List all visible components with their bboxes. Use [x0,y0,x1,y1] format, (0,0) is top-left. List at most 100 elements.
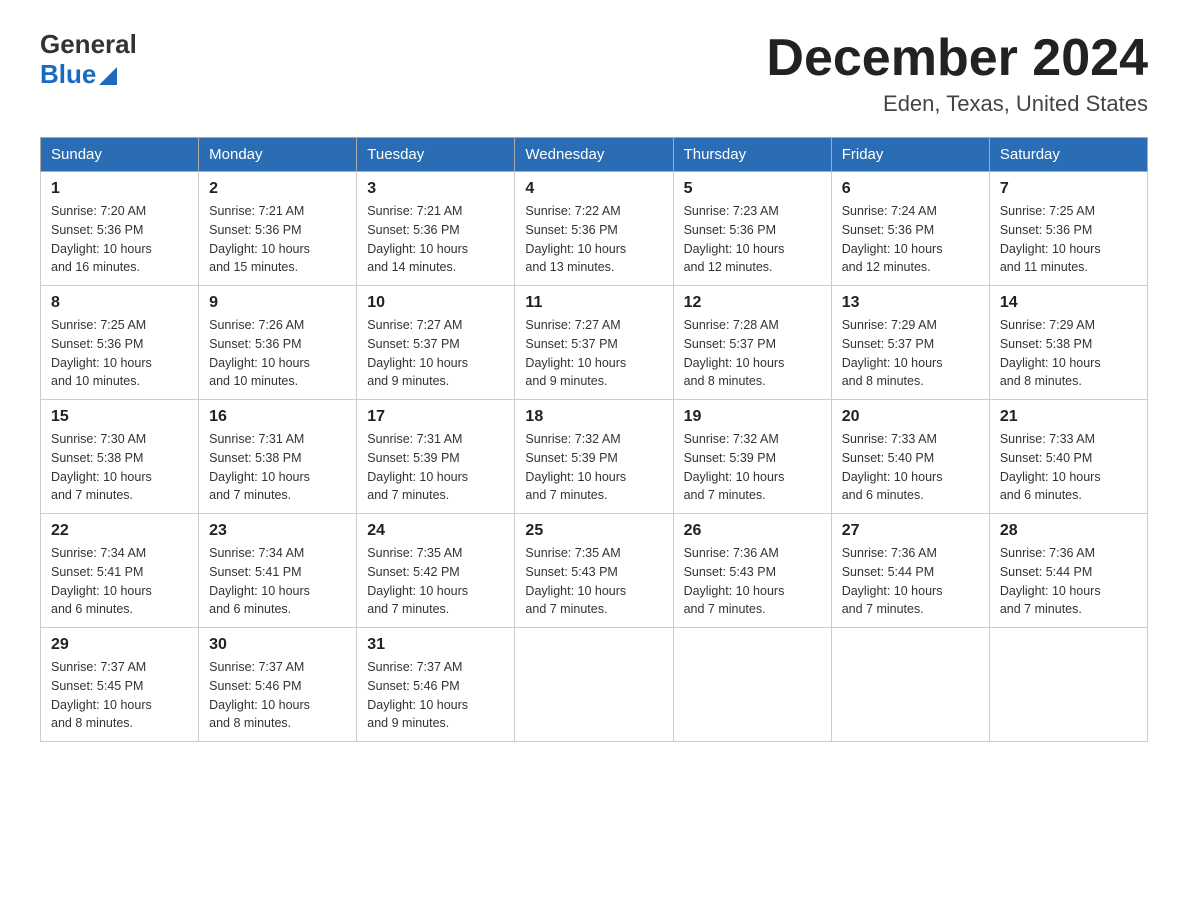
day-info: Sunrise: 7:21 AM Sunset: 5:36 PM Dayligh… [367,202,504,277]
day-info: Sunrise: 7:24 AM Sunset: 5:36 PM Dayligh… [842,202,979,277]
day-number: 15 [51,408,188,426]
day-number: 9 [209,294,346,312]
day-info: Sunrise: 7:32 AM Sunset: 5:39 PM Dayligh… [684,430,821,505]
calendar-cell: 13 Sunrise: 7:29 AM Sunset: 5:37 PM Dayl… [831,286,989,400]
day-number: 18 [525,408,662,426]
day-number: 4 [525,180,662,198]
weekday-header-friday: Friday [831,138,989,172]
day-number: 2 [209,180,346,198]
day-number: 23 [209,522,346,540]
calendar-week-row: 22 Sunrise: 7:34 AM Sunset: 5:41 PM Dayl… [41,514,1148,628]
calendar-cell: 10 Sunrise: 7:27 AM Sunset: 5:37 PM Dayl… [357,286,515,400]
calendar-cell: 24 Sunrise: 7:35 AM Sunset: 5:42 PM Dayl… [357,514,515,628]
day-number: 29 [51,636,188,654]
title-section: December 2024 Eden, Texas, United States [766,30,1148,117]
day-info: Sunrise: 7:37 AM Sunset: 5:46 PM Dayligh… [367,658,504,733]
day-info: Sunrise: 7:33 AM Sunset: 5:40 PM Dayligh… [842,430,979,505]
calendar-week-row: 8 Sunrise: 7:25 AM Sunset: 5:36 PM Dayli… [41,286,1148,400]
day-number: 12 [684,294,821,312]
weekday-header-tuesday: Tuesday [357,138,515,172]
logo-container: General Blue [40,30,137,90]
day-info: Sunrise: 7:30 AM Sunset: 5:38 PM Dayligh… [51,430,188,505]
calendar-cell: 12 Sunrise: 7:28 AM Sunset: 5:37 PM Dayl… [673,286,831,400]
calendar-cell: 5 Sunrise: 7:23 AM Sunset: 5:36 PM Dayli… [673,172,831,286]
calendar-cell: 11 Sunrise: 7:27 AM Sunset: 5:37 PM Dayl… [515,286,673,400]
calendar-cell: 31 Sunrise: 7:37 AM Sunset: 5:46 PM Dayl… [357,628,515,742]
calendar-header-row: SundayMondayTuesdayWednesdayThursdayFrid… [41,138,1148,172]
weekday-header-saturday: Saturday [989,138,1147,172]
weekday-header-sunday: Sunday [41,138,199,172]
calendar-cell: 7 Sunrise: 7:25 AM Sunset: 5:36 PM Dayli… [989,172,1147,286]
day-info: Sunrise: 7:25 AM Sunset: 5:36 PM Dayligh… [51,316,188,391]
day-info: Sunrise: 7:36 AM Sunset: 5:44 PM Dayligh… [1000,544,1137,619]
day-info: Sunrise: 7:35 AM Sunset: 5:42 PM Dayligh… [367,544,504,619]
day-number: 14 [1000,294,1137,312]
calendar-cell [673,628,831,742]
day-info: Sunrise: 7:34 AM Sunset: 5:41 PM Dayligh… [51,544,188,619]
day-info: Sunrise: 7:25 AM Sunset: 5:36 PM Dayligh… [1000,202,1137,277]
calendar-cell: 20 Sunrise: 7:33 AM Sunset: 5:40 PM Dayl… [831,400,989,514]
calendar-cell: 8 Sunrise: 7:25 AM Sunset: 5:36 PM Dayli… [41,286,199,400]
day-number: 28 [1000,522,1137,540]
calendar-cell: 16 Sunrise: 7:31 AM Sunset: 5:38 PM Dayl… [199,400,357,514]
day-info: Sunrise: 7:35 AM Sunset: 5:43 PM Dayligh… [525,544,662,619]
day-number: 11 [525,294,662,312]
day-number: 17 [367,408,504,426]
calendar-week-row: 15 Sunrise: 7:30 AM Sunset: 5:38 PM Dayl… [41,400,1148,514]
calendar-cell: 19 Sunrise: 7:32 AM Sunset: 5:39 PM Dayl… [673,400,831,514]
day-info: Sunrise: 7:31 AM Sunset: 5:38 PM Dayligh… [209,430,346,505]
calendar-cell: 28 Sunrise: 7:36 AM Sunset: 5:44 PM Dayl… [989,514,1147,628]
calendar-cell: 17 Sunrise: 7:31 AM Sunset: 5:39 PM Dayl… [357,400,515,514]
day-number: 22 [51,522,188,540]
day-info: Sunrise: 7:36 AM Sunset: 5:44 PM Dayligh… [842,544,979,619]
day-info: Sunrise: 7:36 AM Sunset: 5:43 PM Dayligh… [684,544,821,619]
calendar-week-row: 1 Sunrise: 7:20 AM Sunset: 5:36 PM Dayli… [41,172,1148,286]
day-info: Sunrise: 7:20 AM Sunset: 5:36 PM Dayligh… [51,202,188,277]
calendar-cell [831,628,989,742]
calendar-cell: 29 Sunrise: 7:37 AM Sunset: 5:45 PM Dayl… [41,628,199,742]
logo-blue: Blue [40,60,96,90]
calendar-cell: 25 Sunrise: 7:35 AM Sunset: 5:43 PM Dayl… [515,514,673,628]
day-info: Sunrise: 7:31 AM Sunset: 5:39 PM Dayligh… [367,430,504,505]
day-number: 16 [209,408,346,426]
day-number: 26 [684,522,821,540]
day-number: 1 [51,180,188,198]
day-number: 19 [684,408,821,426]
calendar-cell: 14 Sunrise: 7:29 AM Sunset: 5:38 PM Dayl… [989,286,1147,400]
day-info: Sunrise: 7:37 AM Sunset: 5:46 PM Dayligh… [209,658,346,733]
calendar-cell [515,628,673,742]
page-title: December 2024 [766,30,1148,87]
day-info: Sunrise: 7:29 AM Sunset: 5:38 PM Dayligh… [1000,316,1137,391]
day-number: 13 [842,294,979,312]
day-number: 25 [525,522,662,540]
day-number: 21 [1000,408,1137,426]
day-number: 8 [51,294,188,312]
day-info: Sunrise: 7:28 AM Sunset: 5:37 PM Dayligh… [684,316,821,391]
calendar-cell: 6 Sunrise: 7:24 AM Sunset: 5:36 PM Dayli… [831,172,989,286]
day-info: Sunrise: 7:26 AM Sunset: 5:36 PM Dayligh… [209,316,346,391]
calendar-cell: 4 Sunrise: 7:22 AM Sunset: 5:36 PM Dayli… [515,172,673,286]
day-number: 6 [842,180,979,198]
day-info: Sunrise: 7:27 AM Sunset: 5:37 PM Dayligh… [525,316,662,391]
calendar-cell: 23 Sunrise: 7:34 AM Sunset: 5:41 PM Dayl… [199,514,357,628]
calendar-cell: 3 Sunrise: 7:21 AM Sunset: 5:36 PM Dayli… [357,172,515,286]
day-number: 24 [367,522,504,540]
page-header: General Blue December 2024 Eden, Texas, … [40,30,1148,117]
logo-general: General [40,30,137,60]
calendar-cell: 21 Sunrise: 7:33 AM Sunset: 5:40 PM Dayl… [989,400,1147,514]
calendar-cell: 1 Sunrise: 7:20 AM Sunset: 5:36 PM Dayli… [41,172,199,286]
day-number: 30 [209,636,346,654]
calendar-cell: 9 Sunrise: 7:26 AM Sunset: 5:36 PM Dayli… [199,286,357,400]
day-info: Sunrise: 7:34 AM Sunset: 5:41 PM Dayligh… [209,544,346,619]
calendar-table: SundayMondayTuesdayWednesdayThursdayFrid… [40,137,1148,742]
day-number: 10 [367,294,504,312]
calendar-week-row: 29 Sunrise: 7:37 AM Sunset: 5:45 PM Dayl… [41,628,1148,742]
day-number: 5 [684,180,821,198]
weekday-header-wednesday: Wednesday [515,138,673,172]
day-info: Sunrise: 7:33 AM Sunset: 5:40 PM Dayligh… [1000,430,1137,505]
day-number: 27 [842,522,979,540]
logo: General Blue [40,30,137,90]
day-info: Sunrise: 7:29 AM Sunset: 5:37 PM Dayligh… [842,316,979,391]
logo-text: General Blue [40,30,137,90]
day-number: 20 [842,408,979,426]
